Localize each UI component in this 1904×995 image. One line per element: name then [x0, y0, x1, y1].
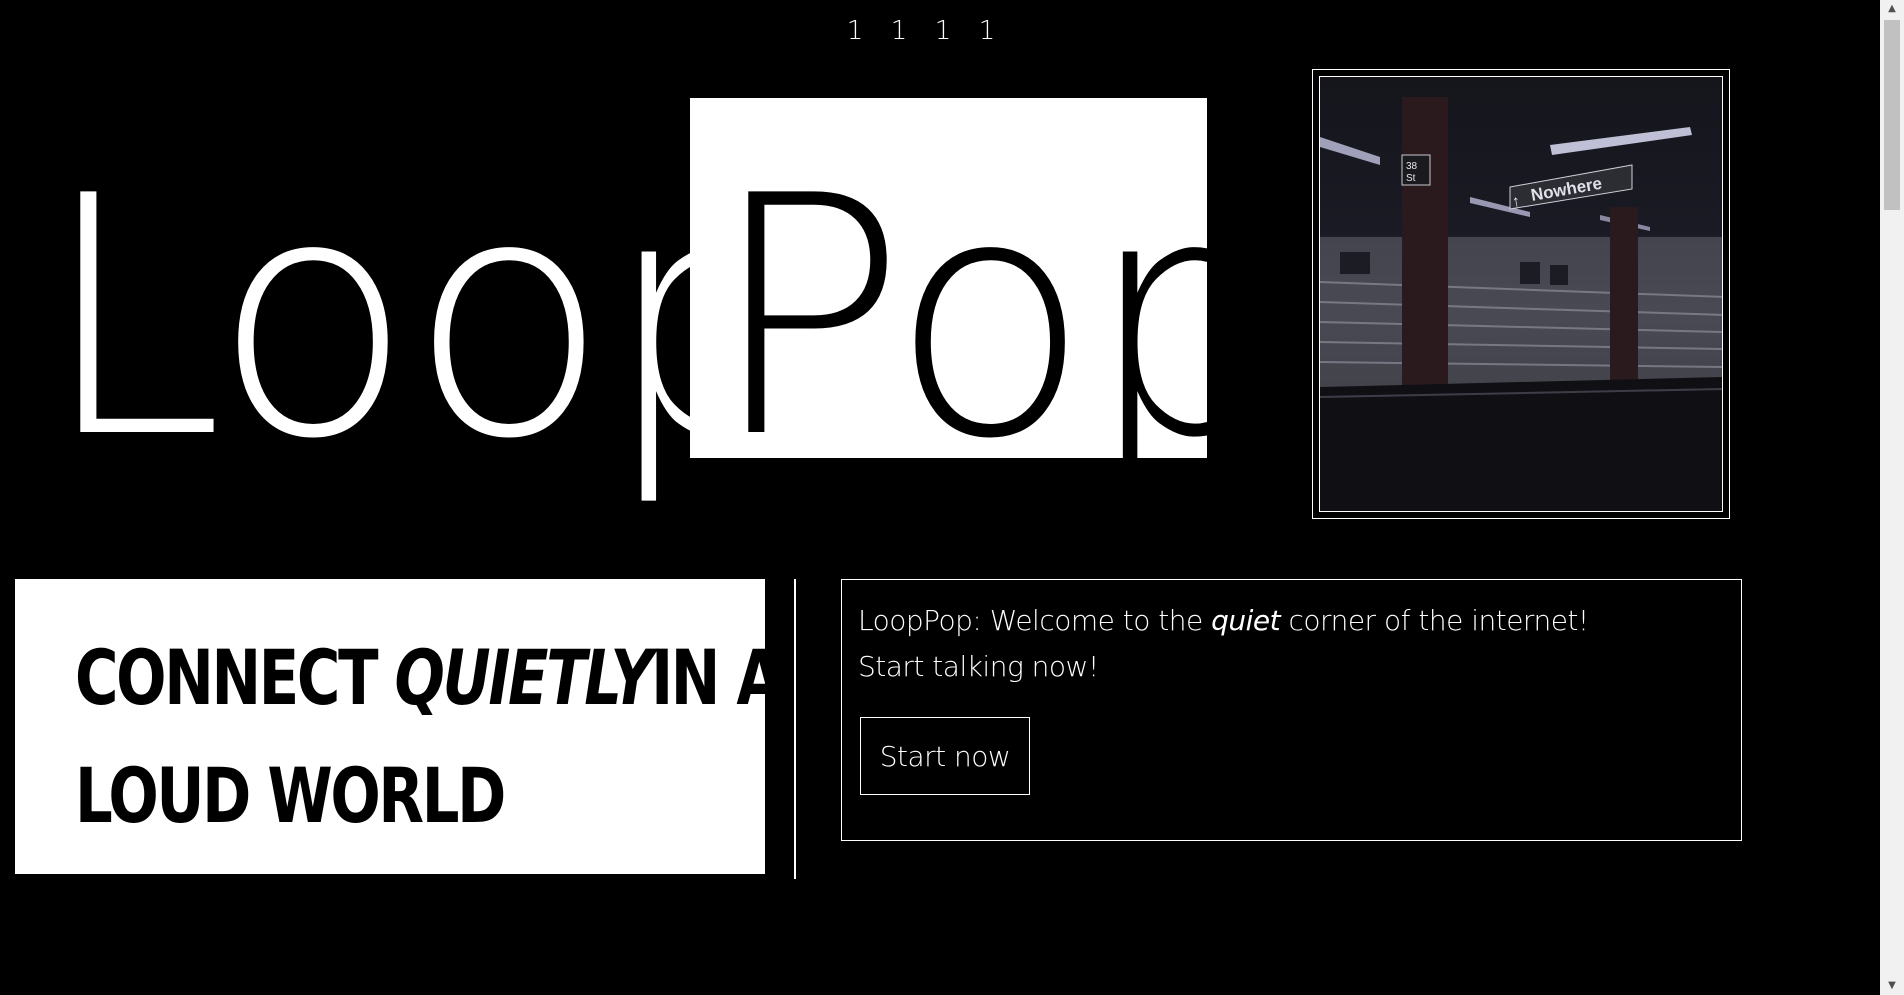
- subway-photo: 38 St Nowhere ↑: [1319, 76, 1723, 512]
- vertical-divider: [794, 579, 796, 879]
- headline-line-2: LOUD WORLD: [75, 751, 506, 840]
- top-nav: 1 1 1 1: [845, 18, 997, 44]
- headline-part-2: IN A: [651, 633, 782, 722]
- nav-link-4[interactable]: 1: [977, 18, 997, 44]
- logo-pop: Pop: [708, 126, 1207, 458]
- headline-box: CONNECT QUIETLYIN A LOUD WORLD: [15, 579, 782, 874]
- scroll-thumb[interactable]: [1884, 20, 1900, 210]
- svg-text:St: St: [1406, 173, 1416, 184]
- vertical-scrollbar[interactable]: ▲ ▼: [1880, 0, 1904, 995]
- pillar-sign-text: 38: [1406, 161, 1418, 172]
- logo-pop-box: Pop: [690, 98, 1207, 458]
- platform: [1320, 377, 1722, 511]
- welcome-line-1: LoopPop: Welcome to the quiet corner of …: [858, 604, 1589, 637]
- nav-link-1[interactable]: 1: [845, 18, 865, 44]
- headline: CONNECT QUIETLYIN A LOUD WORLD: [75, 619, 782, 855]
- welcome-box: LoopPop: Welcome to the quiet corner of …: [841, 579, 1742, 841]
- headline-line-1: CONNECT QUIETLYIN A: [75, 619, 782, 737]
- welcome-line-2: Start talking now!: [858, 650, 1099, 683]
- scroll-down-arrow-icon[interactable]: ▼: [1880, 977, 1904, 995]
- page: 1 1 1 1 Loop Pop 38 St Nowhere ↑ CONNECT…: [0, 0, 1904, 995]
- ceiling-light-left: [1320, 137, 1380, 165]
- subway-photo-illustration: 38 St Nowhere ↑: [1320, 97, 1722, 511]
- scroll-up-arrow-icon[interactable]: ▲: [1880, 0, 1904, 18]
- ceiling-light-top: [1550, 127, 1692, 155]
- subway-photo-frame: 38 St Nowhere ↑: [1312, 69, 1730, 519]
- nav-link-3[interactable]: 1: [933, 18, 953, 44]
- welcome-emphasis: quiet: [1211, 604, 1281, 637]
- logo: Loop Pop: [40, 98, 1207, 483]
- welcome-text: LoopPop: Welcome to the quiet corner of …: [858, 598, 1589, 690]
- headline-emphasis: QUIETLY: [394, 633, 653, 722]
- headline-part-1: CONNECT: [75, 633, 395, 722]
- nav-link-2[interactable]: 1: [889, 18, 909, 44]
- start-now-button[interactable]: Start now: [860, 717, 1030, 795]
